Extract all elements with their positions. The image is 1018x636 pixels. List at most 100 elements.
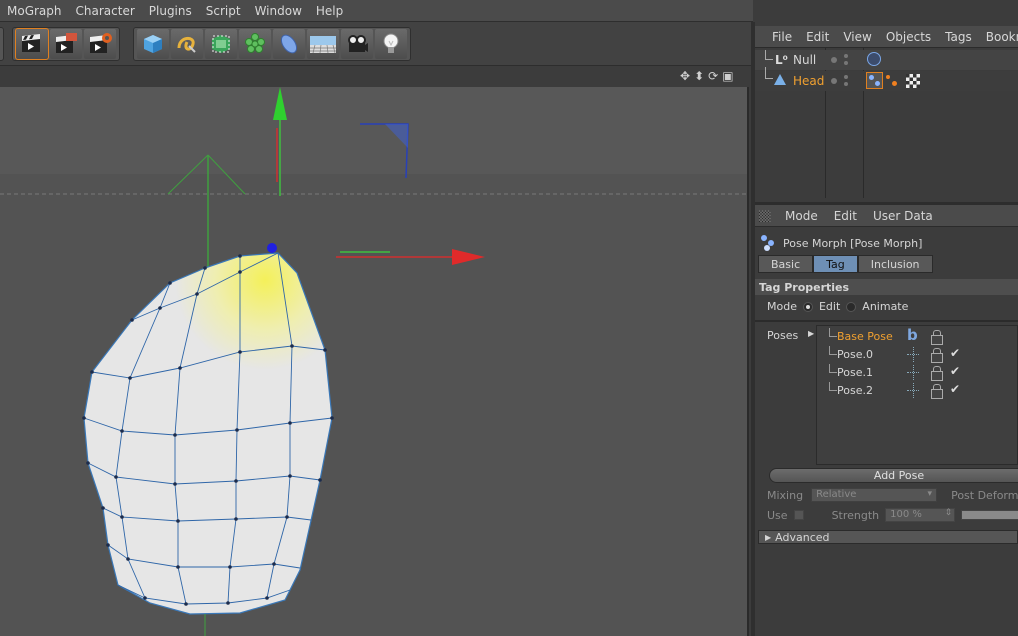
tab-basic[interactable]: Basic	[758, 255, 814, 273]
expand-arrow-icon: ▶	[765, 532, 772, 542]
render-picture-viewer-icon[interactable]	[50, 29, 82, 59]
lock-icon[interactable]	[931, 330, 943, 345]
check-icon[interactable]: ✔	[950, 382, 960, 396]
tree-line	[829, 364, 837, 373]
poses-label: Poses	[767, 329, 799, 342]
mixing-dropdown[interactable]: Relative	[811, 488, 938, 502]
strength-field[interactable]: 100 %	[885, 508, 956, 522]
zoom-view-icon[interactable]: ⬍	[694, 69, 704, 83]
pose-row[interactable]: Pose.0 ✔	[817, 346, 1018, 364]
attribute-manager: Mode Edit User Data Pose Morph [Pose Mor…	[755, 202, 1018, 636]
tree-line	[829, 382, 837, 391]
add-pose-button[interactable]: Add Pose	[769, 468, 1018, 483]
spline-pen-icon[interactable]	[171, 29, 203, 59]
check-icon[interactable]: ✔	[950, 364, 960, 378]
lock-icon[interactable]	[931, 384, 943, 399]
poses-expand-icon[interactable]: ▶	[808, 329, 814, 338]
mixing-label: Mixing	[767, 488, 804, 502]
menu-plugins[interactable]: Plugins	[142, 4, 199, 18]
object-manager-menu: File Edit View Objects Tags Bookm	[755, 26, 1018, 48]
mode-animate-label[interactable]: Animate	[862, 300, 908, 313]
visibility-render-dot[interactable]	[844, 54, 848, 58]
om-menu-view[interactable]: View	[836, 30, 878, 44]
render-settings-icon[interactable]	[84, 29, 116, 59]
mode-row: Mode Edit Animate	[767, 300, 908, 313]
om-menu-edit[interactable]: Edit	[799, 30, 836, 44]
om-menu-tags[interactable]: Tags	[938, 30, 979, 44]
pose-name[interactable]: Pose.2	[837, 384, 873, 397]
lock-icon[interactable]	[931, 366, 943, 381]
pose-morph-tag-icon[interactable]	[866, 72, 883, 89]
om-menu-objects[interactable]: Objects	[879, 30, 938, 44]
visibility-editor-dot[interactable]	[831, 78, 837, 84]
object-row-null[interactable]: L⁰ Null	[755, 50, 1018, 70]
weight-tag-icon[interactable]	[886, 75, 898, 87]
tag-icon-null[interactable]	[867, 52, 881, 66]
null-object-icon: L⁰	[775, 53, 788, 67]
grip-icon[interactable]	[759, 209, 771, 222]
strength-marker	[907, 372, 919, 373]
visibility-render-dot[interactable]	[844, 82, 848, 86]
use-checkbox[interactable]	[793, 510, 804, 520]
cube-icon[interactable]	[137, 29, 169, 59]
attribute-manager-menu: Mode Edit User Data	[755, 205, 1018, 227]
texture-tag-icon[interactable]	[906, 74, 920, 88]
visibility-render-dot[interactable]	[844, 75, 848, 79]
attribute-tabs: Basic Tag Inclusion	[758, 255, 933, 273]
am-menu-user-data[interactable]: User Data	[865, 209, 941, 223]
menu-mograph[interactable]: MoGraph	[0, 4, 69, 18]
om-menu-file[interactable]: File	[765, 30, 799, 44]
pose-row-base[interactable]: Base Pose b	[817, 326, 1018, 346]
pose-row[interactable]: Pose.1 ✔	[817, 364, 1018, 382]
polygon-object-icon	[774, 74, 786, 85]
om-menu-bookmarks[interactable]: Bookm	[979, 30, 1018, 44]
viewport-nav-icons: ✥ ⬍ ⟳ ▣	[680, 69, 734, 83]
menu-character[interactable]: Character	[69, 4, 142, 18]
pose-row[interactable]: Pose.2 ✔	[817, 382, 1018, 400]
menu-help[interactable]: Help	[309, 4, 350, 18]
object-name-null[interactable]: Null	[793, 53, 816, 67]
strength-slider[interactable]	[961, 510, 1018, 520]
advanced-section[interactable]: ▶ Advanced	[758, 530, 1018, 544]
section-header: Tag Properties	[755, 279, 1018, 295]
viewport-scene	[0, 87, 747, 636]
use-label: Use	[767, 508, 788, 522]
move-view-icon[interactable]: ✥	[680, 69, 690, 83]
object-name-head[interactable]: Head	[793, 74, 824, 88]
cloner-icon[interactable]	[239, 29, 271, 59]
floor-icon[interactable]	[307, 29, 339, 59]
pose-name[interactable]: Pose.1	[837, 366, 873, 379]
camera-icon[interactable]	[341, 29, 373, 59]
deformer-icon[interactable]	[273, 29, 305, 59]
pose-name[interactable]: Base Pose	[837, 330, 893, 343]
am-menu-mode[interactable]: Mode	[777, 209, 826, 223]
pose-list[interactable]: Base Pose b Pose.0 ✔ Pose.1 ✔ Pose.2 ✔	[816, 325, 1018, 465]
attribute-title: Pose Morph [Pose Morph]	[761, 235, 922, 251]
use-strength-row: Use Strength 100 %	[767, 508, 1018, 522]
subdivision-surface-icon[interactable]	[205, 29, 237, 59]
3d-viewport[interactable]	[0, 87, 749, 636]
visibility-editor-dot[interactable]	[831, 57, 837, 63]
lock-icon[interactable]	[931, 348, 943, 363]
am-menu-edit[interactable]: Edit	[826, 209, 865, 223]
tree-line	[829, 346, 837, 355]
menu-script[interactable]: Script	[199, 4, 248, 18]
check-icon[interactable]: ✔	[950, 346, 960, 360]
maximize-view-icon[interactable]: ▣	[722, 69, 733, 83]
render-toolbar-group	[12, 27, 120, 61]
menu-window[interactable]: Window	[248, 4, 309, 18]
object-row-head[interactable]: Head	[755, 67, 1018, 91]
visibility-render-dot[interactable]	[844, 61, 848, 65]
mode-edit-label[interactable]: Edit	[819, 300, 840, 313]
light-icon[interactable]	[375, 29, 407, 59]
render-view-icon[interactable]	[15, 28, 49, 60]
tree-line	[765, 50, 773, 60]
pose-name[interactable]: Pose.0	[837, 348, 873, 361]
tab-inclusion[interactable]: Inclusion	[857, 255, 933, 273]
mode-animate-radio[interactable]	[846, 301, 857, 312]
strength-marker	[907, 354, 919, 355]
mode-edit-radio[interactable]	[802, 301, 813, 312]
tab-tag[interactable]: Tag	[813, 255, 858, 273]
rotate-view-icon[interactable]: ⟳	[708, 69, 718, 83]
object-manager: File Edit View Objects Tags Bookm L⁰ Nul…	[755, 26, 1018, 198]
